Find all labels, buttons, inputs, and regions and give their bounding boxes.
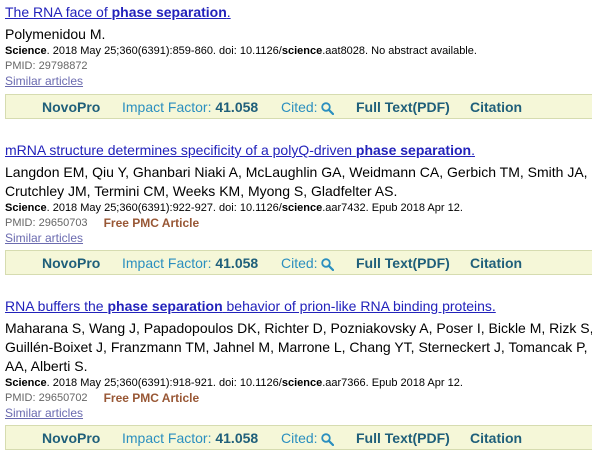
article-title-link[interactable]: RNA buffers the phase separation behavio… (5, 298, 592, 315)
impact-factor-label: Impact Factor: (122, 430, 212, 446)
citation-link[interactable]: Citation (470, 430, 522, 446)
cited-label: Cited: (281, 99, 318, 115)
article-toolbar-1: NovoPro Impact Factor: 41.058 Cited: Ful… (5, 94, 592, 119)
novopro-link[interactable]: NovoPro (42, 99, 100, 115)
free-pmc-article-link[interactable]: Free PMC Article (104, 391, 200, 406)
article-pmid-row: PMID: 29650702 Free PMC Article (5, 391, 592, 406)
article-pmid: PMID: 29650702 (5, 392, 88, 404)
free-pmc-article-link[interactable]: Free PMC Article (104, 216, 200, 231)
novopro-link[interactable]: NovoPro (42, 430, 100, 446)
article-authors: Langdon EM, Qiu Y, Ghanbari Niaki A, McL… (5, 164, 588, 199)
article-toolbar-2: NovoPro Impact Factor: 41.058 Cited: Ful… (5, 250, 592, 275)
article-1: The RNA face of phase separation. Polyme… (5, 4, 592, 88)
article-citation: Science. 2018 May 25;360(6391):859-860. … (5, 45, 477, 57)
impact-factor: Impact Factor: 41.058 (122, 99, 258, 115)
cited-label: Cited: (281, 430, 318, 446)
article-authors: Polymenidou M. (5, 26, 106, 42)
citation-link[interactable]: Citation (470, 99, 522, 115)
similar-articles-link[interactable]: Similar articles (5, 406, 592, 420)
similar-articles-link[interactable]: Similar articles (5, 231, 592, 245)
similar-articles-link[interactable]: Similar articles (5, 74, 592, 88)
cited-button[interactable]: Cited: (281, 430, 334, 446)
cited-button[interactable]: Cited: (281, 255, 334, 271)
cited-button[interactable]: Cited: (281, 99, 334, 115)
impact-factor-value: 41.058 (215, 430, 259, 446)
impact-factor-value: 41.058 (215, 99, 259, 115)
magnifier-icon (320, 433, 334, 446)
article-pmid: PMID: 29650703 (5, 217, 88, 229)
article-title-link[interactable]: The RNA face of phase separation. (5, 4, 592, 21)
article-citation: Science. 2018 May 25;360(6391):922-927. … (5, 202, 463, 214)
article-pmid: PMID: 29798872 (5, 60, 88, 72)
impact-factor-value: 41.058 (215, 255, 259, 271)
article-3: RNA buffers the phase separation behavio… (5, 298, 592, 420)
article-citation: Science. 2018 May 25;360(6391):918-921. … (5, 377, 463, 389)
cited-label: Cited: (281, 255, 318, 271)
impact-factor: Impact Factor: 41.058 (122, 430, 258, 446)
article-authors: Maharana S, Wang J, Papadopoulos DK, Ric… (5, 320, 592, 374)
citation-link[interactable]: Citation (470, 255, 522, 271)
novopro-link[interactable]: NovoPro (42, 255, 100, 271)
magnifier-icon (320, 258, 334, 271)
article-title-link[interactable]: mRNA structure determines specificity of… (5, 142, 592, 159)
impact-factor-label: Impact Factor: (122, 99, 212, 115)
full-text-pdf-link[interactable]: Full Text(PDF) (356, 255, 450, 271)
magnifier-icon (320, 102, 334, 115)
article-pmid-row: PMID: 29650703 Free PMC Article (5, 216, 592, 231)
impact-factor: Impact Factor: 41.058 (122, 255, 258, 271)
full-text-pdf-link[interactable]: Full Text(PDF) (356, 99, 450, 115)
full-text-pdf-link[interactable]: Full Text(PDF) (356, 430, 450, 446)
article-toolbar-3: NovoPro Impact Factor: 41.058 Cited: Ful… (5, 425, 592, 450)
article-2: mRNA structure determines specificity of… (5, 142, 592, 245)
impact-factor-label: Impact Factor: (122, 255, 212, 271)
